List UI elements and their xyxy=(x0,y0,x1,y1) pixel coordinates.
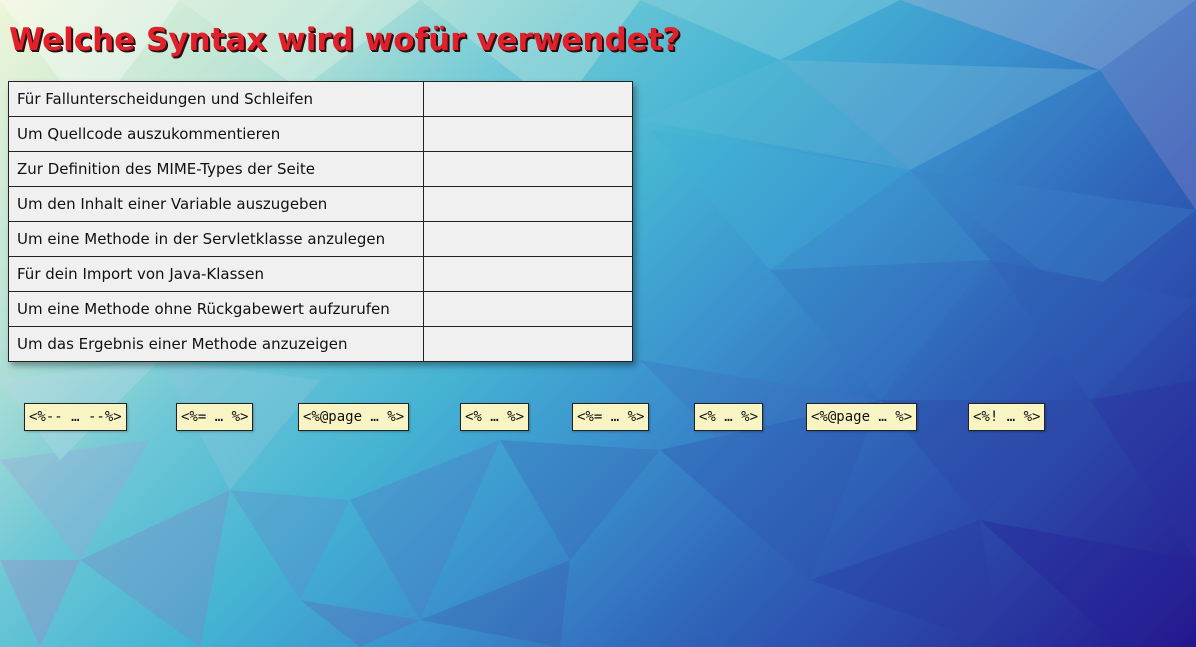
answer-drop-slot[interactable] xyxy=(422,81,634,117)
answer-drop-slot[interactable] xyxy=(422,326,634,362)
table-row: Um Quellcode auszukommentieren xyxy=(8,116,634,152)
matching-table: Für Fallunterscheidungen und Schleifen U… xyxy=(8,81,634,362)
answer-drop-slot[interactable] xyxy=(422,186,634,222)
page-title: Welche Syntax wird wofür verwendet? xyxy=(9,22,681,58)
answer-drop-slot[interactable] xyxy=(422,256,634,292)
question-cell: Um eine Methode ohne Rückgabewert aufzur… xyxy=(8,291,424,327)
draggable-token-scriptlet[interactable]: <% … %> xyxy=(694,403,764,431)
question-cell: Für Fallunterscheidungen und Schleifen xyxy=(8,81,424,117)
answer-drop-slot[interactable] xyxy=(422,291,634,327)
question-cell: Um eine Methode in der Servletklasse anz… xyxy=(8,221,424,257)
table-row: Um eine Methode ohne Rückgabewert aufzur… xyxy=(8,291,634,327)
draggable-token-comment[interactable]: <%-- … --%> xyxy=(24,403,127,431)
draggable-token-declaration[interactable]: <%! … %> xyxy=(968,403,1046,431)
draggable-token-scriptlet[interactable]: <% … %> xyxy=(460,403,530,431)
draggable-token-page-directive[interactable]: <%@page … %> xyxy=(298,403,410,431)
question-cell: Um den Inhalt einer Variable auszugeben xyxy=(8,186,424,222)
draggable-token-expression[interactable]: <%= … %> xyxy=(176,403,254,431)
answer-drop-slot[interactable] xyxy=(422,151,634,187)
table-row: Um das Ergebnis einer Methode anzuzeigen xyxy=(8,326,634,362)
table-row: Um eine Methode in der Servletklasse anz… xyxy=(8,221,634,257)
table-row: Um den Inhalt einer Variable auszugeben xyxy=(8,186,634,222)
question-cell: Zur Definition des MIME-Types der Seite xyxy=(8,151,424,187)
question-cell: Für dein Import von Java-Klassen xyxy=(8,256,424,292)
table-row: Zur Definition des MIME-Types der Seite xyxy=(8,151,634,187)
question-cell: Um das Ergebnis einer Methode anzuzeigen xyxy=(8,326,424,362)
table-row: Für Fallunterscheidungen und Schleifen xyxy=(8,81,634,117)
draggable-token-page-directive[interactable]: <%@page … %> xyxy=(806,403,918,431)
draggable-token-expression[interactable]: <%= … %> xyxy=(572,403,650,431)
table-row: Für dein Import von Java-Klassen xyxy=(8,256,634,292)
answer-drop-slot[interactable] xyxy=(422,116,634,152)
answer-drop-slot[interactable] xyxy=(422,221,634,257)
question-cell: Um Quellcode auszukommentieren xyxy=(8,116,424,152)
